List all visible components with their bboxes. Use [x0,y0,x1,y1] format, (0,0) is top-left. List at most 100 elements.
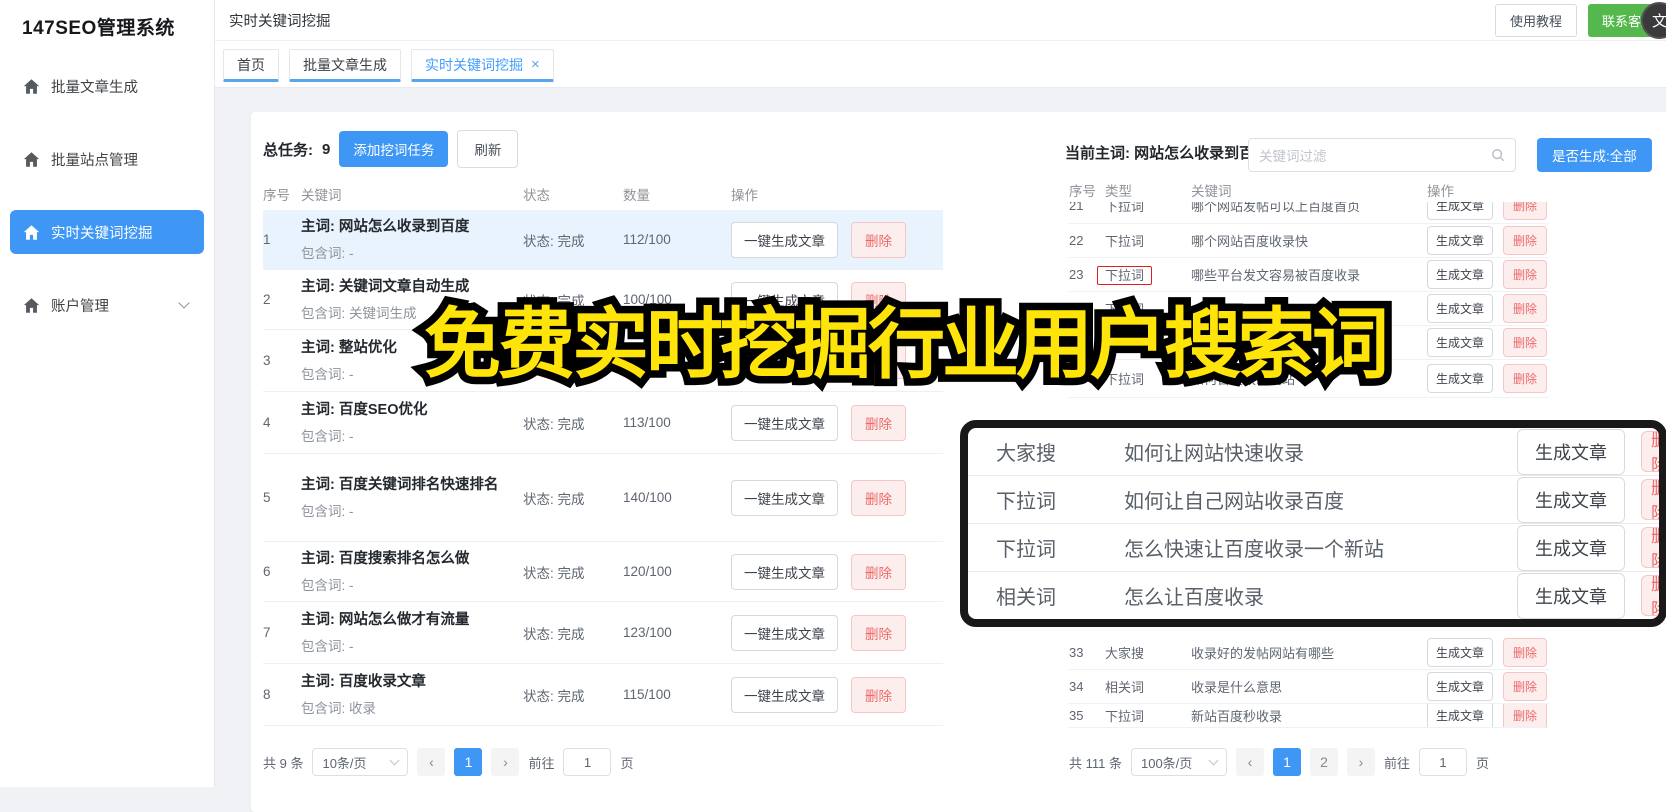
table-row[interactable]: 35 下拉词 新站百度秒收录 生成文章 删除 [1069,704,1549,728]
generate-article-button[interactable]: 一键生成文章 [731,614,838,651]
sidebar-item-batch-site[interactable]: 批量站点管理 [10,137,204,181]
row-keyword: 哪些平台发文容易被百度收录 [1191,268,1361,283]
generate-article-button[interactable]: 生成文章 [1427,672,1494,701]
keyword-filter-input[interactable]: 关键词过滤 [1248,138,1516,172]
table-row[interactable]: 5 主词: 百度关键词排名快速排名 包含词: - 状态: 完成 140/100 … [263,454,943,542]
delete-button[interactable]: 删除 [851,479,906,516]
delete-button[interactable]: 删除 [1503,328,1548,357]
generate-article-button[interactable]: 生成文章 [1427,202,1494,220]
row-keyword: 收录是什么意思 [1191,680,1283,695]
table-row[interactable]: 7 主词: 网站怎么做才有流量 包含词: - 状态: 完成 123/100 一键… [263,602,943,664]
generate-article-button[interactable]: 一键生成文章 [731,676,838,713]
chevron-down-icon [390,755,400,766]
page-button-1[interactable]: 1 [1272,748,1301,776]
delete-button[interactable]: 删除 [1503,704,1548,727]
close-icon[interactable]: × [531,57,540,72]
delete-button[interactable]: 删除 [1503,638,1548,667]
delete-button[interactable]: 删除 [1503,672,1548,701]
row-keyword: 怎么让百度收录 [1124,587,1264,609]
generate-article-button[interactable]: 一键生成文章 [731,342,838,379]
row-type: 相关词 [996,587,1056,609]
page-size-select[interactable]: 100条/页 [1130,748,1227,776]
next-page-button[interactable]: › [1346,748,1375,776]
generate-article-button[interactable]: 一键生成文章 [731,281,838,318]
refresh-button[interactable]: 刷新 [457,130,519,168]
generate-article-button[interactable]: 生成文章 [1427,260,1494,289]
page-button-1[interactable]: 1 [454,748,483,776]
sidebar-item-label: 批量站点管理 [51,152,138,169]
generate-article-button[interactable]: 生成文章 [1517,524,1625,571]
delete-button[interactable]: 删除 [1641,575,1659,616]
row-count: 100/100 [623,292,672,307]
row-no: 24 [1069,301,1084,316]
generate-article-button[interactable]: 生成文章 [1427,704,1494,727]
generate-article-button[interactable]: 一键生成文章 [731,404,838,441]
generate-article-button[interactable]: 生成文章 [1517,428,1625,475]
tab-home[interactable]: 首页 [223,49,279,82]
next-page-button[interactable]: › [491,748,520,776]
delete-button[interactable]: 删除 [851,553,906,590]
keyword-table-header: 序号 类型 关键词 操作 [1069,178,1549,202]
generate-all-button[interactable]: 是否生成:全部 [1537,138,1652,172]
table-row[interactable]: 25 大家搜 生成文章 删除 [1069,326,1549,360]
generate-article-button[interactable]: 生成文章 [1427,364,1494,393]
generate-article-button[interactable]: 一键生成文章 [731,221,838,258]
delete-button[interactable]: 删除 [851,676,906,713]
delete-button[interactable]: 删除 [1503,260,1548,289]
delete-button[interactable]: 删除 [1503,294,1548,323]
goto-suffix: 页 [1476,755,1490,771]
table-row[interactable]: 23 下拉词 哪些平台发文容易被百度收录 生成文章 删除 [1069,258,1549,292]
delete-button[interactable]: 删除 [1503,202,1548,220]
row-no: 26 [1069,371,1084,386]
table-row[interactable]: 8 主词: 百度收录文章 包含词: 收录 状态: 完成 115/100 一键生成… [263,664,943,726]
generate-article-button[interactable]: 一键生成文章 [731,479,838,516]
delete-button[interactable]: 删除 [851,221,906,258]
page-size-select[interactable]: 10条/页 [312,748,409,776]
tutorial-button[interactable]: 使用教程 [1494,3,1577,37]
add-task-button[interactable]: 添加挖词任务 [339,131,449,167]
tab-realtime-keyword[interactable]: 实时关键词挖掘 × [411,49,554,82]
table-row[interactable]: 4 主词: 百度SEO优化 包含词: - 状态: 完成 113/100 一键生成… [263,392,943,454]
table-row[interactable]: 3 主词: 整站优化 包含词: - 状态: 完成 一键生成文章 删除 [263,330,943,392]
tab-label: 实时关键词挖掘 [425,56,523,73]
goto-page-input[interactable] [563,748,612,776]
row-keyword: 主词: 整站优化 [301,339,397,356]
generate-article-button[interactable]: 生成文章 [1427,328,1494,357]
delete-button[interactable]: 删除 [1503,226,1548,255]
delete-button[interactable]: 删除 [851,614,906,651]
tab-batch-article[interactable]: 批量文章生成 [289,49,401,82]
delete-button[interactable]: 删除 [1641,431,1659,472]
table-row[interactable]: 33 大家搜 收录好的发帖网站有哪些 生成文章 删除 [1069,636,1549,670]
delete-button[interactable]: 删除 [851,404,906,441]
delete-button[interactable]: 删除 [851,342,906,379]
row-keyword: 主词: 网站怎么收录到百度 [301,218,470,235]
delete-button[interactable]: 删除 [851,281,906,318]
delete-button[interactable]: 删除 [1503,364,1548,393]
generate-article-button[interactable]: 生成文章 [1517,476,1625,523]
goto-page-input[interactable] [1419,748,1467,776]
sidebar-item-account[interactable]: 账户管理 [10,283,204,327]
generate-article-button[interactable]: 一键生成文章 [731,553,838,590]
sidebar-item-realtime-keyword[interactable]: 实时关键词挖掘 [10,210,204,254]
generate-article-button[interactable]: 生成文章 [1427,226,1494,255]
table-row[interactable]: 22 下拉词 哪个网站百度收录快 生成文章 删除 [1069,224,1549,258]
table-row[interactable]: 26 下拉词 如何百度收录网站 生成文章 删除 [1069,360,1549,398]
table-row[interactable]: 2 主词: 关键词文章自动生成 包含词: 关键词生成 状态: 完成 100/10… [263,270,943,330]
delete-button[interactable]: 删除 [1641,479,1659,520]
sidebar-item-batch-article[interactable]: 批量文章生成 [10,64,204,108]
row-type: 下拉词 [1105,709,1145,724]
delete-button[interactable]: 删除 [1641,527,1659,568]
table-row[interactable]: 1 主词: 网站怎么收录到百度 包含词: - 状态: 完成 112/100 一键… [263,210,943,270]
generate-article-button[interactable]: 生成文章 [1517,572,1625,619]
table-row[interactable]: 6 主词: 百度搜索排名怎么做 包含词: - 状态: 完成 120/100 一键… [263,542,943,602]
current-main-keyword: 当前主词: 网站怎么收录到百度 [1065,145,1270,162]
table-row[interactable]: 34 相关词 收录是什么意思 生成文章 删除 [1069,670,1549,704]
prev-page-button[interactable]: ‹ [1235,748,1264,776]
prev-page-button[interactable]: ‹ [417,748,446,776]
generate-article-button[interactable]: 生成文章 [1427,294,1494,323]
generate-article-button[interactable]: 生成文章 [1427,638,1494,667]
sidebar-item-label: 实时关键词挖掘 [51,225,153,242]
table-row[interactable]: 21 下拉词 哪个网站发帖可以上百度首页 生成文章 删除 [1069,202,1549,224]
page-button-2[interactable]: 2 [1309,748,1338,776]
table-row[interactable]: 24 下拉词 生成文章 删除 [1069,292,1549,326]
